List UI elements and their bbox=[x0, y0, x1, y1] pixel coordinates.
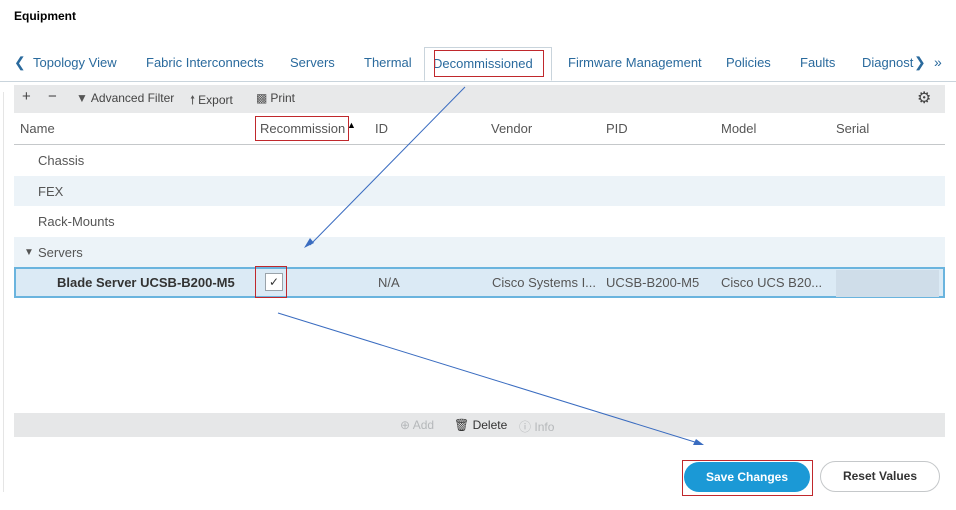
column-serial[interactable]: Serial bbox=[836, 121, 869, 136]
server-name: Blade Server UCSB-B200-M5 bbox=[57, 275, 235, 290]
gear-icon[interactable]: ⚙ bbox=[917, 88, 931, 108]
server-model: Cisco UCS B20... bbox=[721, 275, 823, 290]
chevron-right-icon[interactable]: ❯ bbox=[914, 54, 926, 71]
page-title: Equipment bbox=[14, 9, 76, 23]
info-action[interactable]: ⓘ Info bbox=[519, 418, 554, 435]
tab-thermal[interactable]: Thermal bbox=[364, 55, 412, 70]
tree-row-servers[interactable]: ▼ Servers bbox=[14, 237, 945, 267]
tab-servers[interactable]: Servers bbox=[290, 55, 335, 70]
tab-faults[interactable]: Faults bbox=[800, 55, 835, 70]
trash-icon: 🗑 bbox=[454, 418, 470, 432]
tree-row-fex[interactable]: FEX bbox=[14, 176, 945, 206]
server-id: N/A bbox=[378, 275, 400, 290]
delete-action-label: Delete bbox=[472, 418, 508, 432]
advanced-filter-button[interactable]: ▼ Advanced Filter bbox=[76, 91, 174, 105]
plus-circle-icon: ⊕ bbox=[400, 418, 411, 432]
tab-fabric-interconnects[interactable]: Fabric Interconnects bbox=[146, 55, 264, 70]
highlight-decommissioned-tab bbox=[434, 50, 544, 77]
grid-toolbar: + − ▼ Advanced Filter 🠕 Export ▩ Print ⚙ bbox=[14, 85, 945, 113]
tree-row-chassis[interactable]: Chassis bbox=[14, 145, 945, 175]
arrow-head-save bbox=[693, 439, 704, 445]
row-label-servers: Servers bbox=[38, 245, 83, 260]
info-icon: ⓘ bbox=[519, 420, 532, 434]
column-name[interactable]: Name bbox=[20, 121, 55, 136]
print-label: Print bbox=[270, 91, 296, 105]
info-action-label: Info bbox=[534, 420, 555, 434]
column-pid[interactable]: PID bbox=[606, 121, 628, 136]
tab-diagnostics[interactable]: Diagnost bbox=[862, 55, 913, 70]
filter-icon: ▼ bbox=[76, 91, 88, 105]
tree-row-rack-mounts[interactable]: Rack-Mounts bbox=[14, 206, 945, 236]
table-row-blade-server[interactable]: Blade Server UCSB-B200-M5 ✓ N/A Cisco Sy… bbox=[14, 267, 945, 298]
highlight-recommission-column bbox=[255, 116, 349, 141]
row-label-chassis: Chassis bbox=[38, 153, 85, 168]
expand-caret-icon[interactable]: ▼ bbox=[24, 247, 34, 258]
reset-values-button[interactable]: Reset Values bbox=[820, 461, 940, 492]
server-vendor: Cisco Systems I... bbox=[492, 275, 597, 290]
tab-topology-view[interactable]: Topology View bbox=[33, 55, 117, 70]
tab-policies[interactable]: Policies bbox=[726, 55, 771, 70]
highlight-save-button bbox=[682, 460, 813, 496]
add-icon[interactable]: + bbox=[22, 88, 31, 105]
grid-header: Name Recommission ▲ ID Vendor PID Model … bbox=[14, 114, 945, 145]
chevron-left-icon[interactable]: ❮ bbox=[14, 54, 26, 71]
server-serial bbox=[836, 270, 939, 297]
grid-footer-actions: ⊕ Add 🗑 Delete ⓘ Info bbox=[14, 413, 945, 437]
column-vendor[interactable]: Vendor bbox=[491, 121, 532, 136]
column-id[interactable]: ID bbox=[375, 121, 388, 136]
server-pid: UCSB-B200-M5 bbox=[606, 275, 700, 290]
add-action[interactable]: ⊕ Add bbox=[400, 418, 434, 432]
highlight-recommission-checkbox bbox=[255, 266, 287, 298]
export-button[interactable]: 🠕 Export bbox=[190, 91, 233, 112]
add-action-label: Add bbox=[412, 418, 435, 432]
export-icon: 🠕 bbox=[190, 93, 196, 107]
remove-icon[interactable]: − bbox=[48, 88, 57, 105]
delete-action[interactable]: 🗑 Delete bbox=[454, 418, 507, 432]
double-chevron-right-icon[interactable]: » bbox=[934, 54, 942, 70]
export-label: Export bbox=[198, 93, 233, 107]
advanced-filter-label: Advanced Filter bbox=[90, 91, 175, 105]
row-label-fex: FEX bbox=[38, 184, 64, 199]
left-border bbox=[3, 92, 4, 492]
print-button[interactable]: ▩ Print bbox=[256, 91, 295, 105]
print-icon: ▩ bbox=[256, 91, 268, 105]
column-model[interactable]: Model bbox=[721, 121, 756, 136]
tab-firmware-management[interactable]: Firmware Management bbox=[568, 55, 702, 70]
row-label-rack-mounts: Rack-Mounts bbox=[38, 214, 115, 229]
